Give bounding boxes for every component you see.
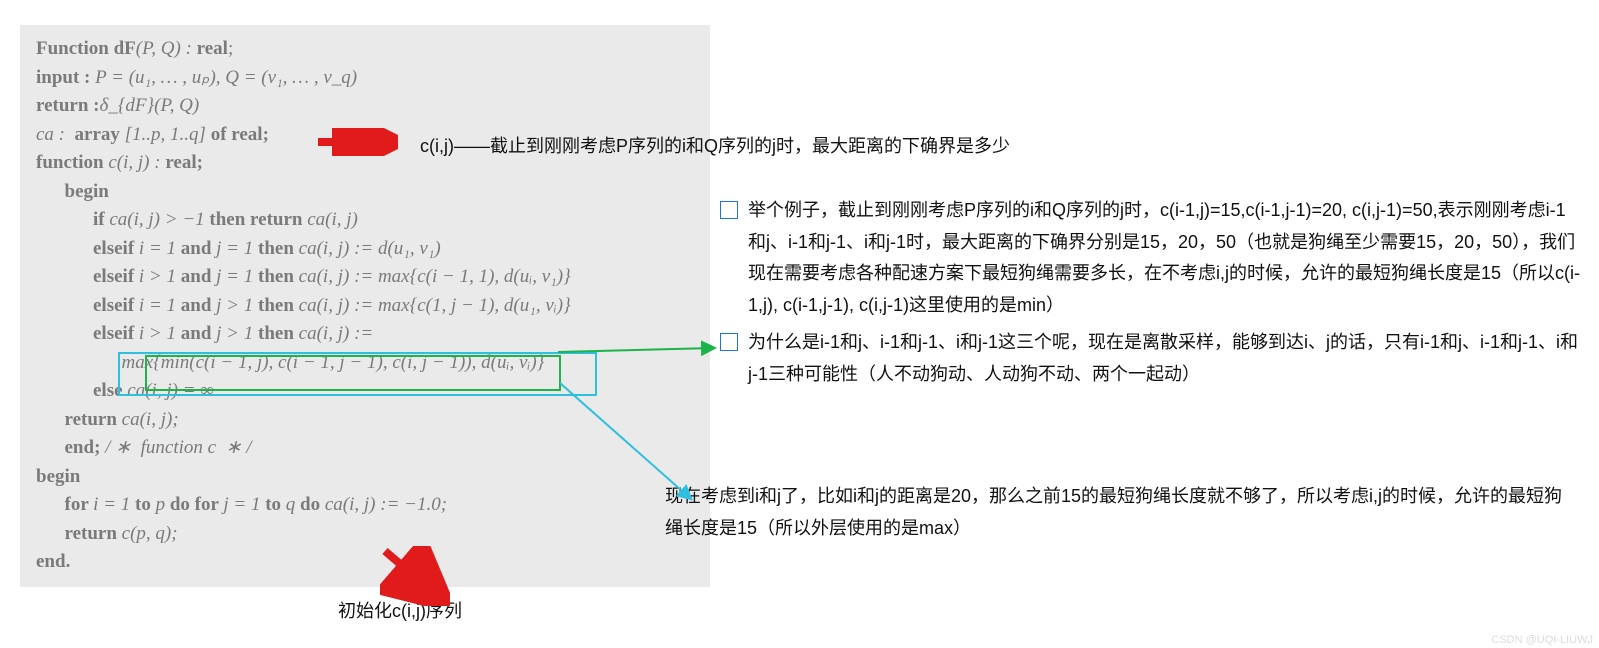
note-item: 举个例子，截止到刚刚考虑P序列的i和Q序列的j时，c(i-1,j)=15,c(i… (720, 195, 1580, 321)
notes-panel: 举个例子，截止到刚刚考虑P序列的i和Q序列的j时，c(i-1,j)=15,c(i… (720, 195, 1580, 396)
arrow-green-icon (558, 340, 723, 360)
arrow-red-icon (380, 546, 450, 606)
annotation-top: c(i,j)——截止到刚刚考虑P序列的i和Q序列的j时，最大距离的下确界是多少 (420, 132, 1010, 158)
note-text: 为什么是i-1和j、i-1和j-1、i和j-1这三个呢，现在是离散采样，能够到达… (748, 327, 1580, 390)
note-item: 为什么是i-1和j、i-1和j-1、i和j-1这三个呢，现在是离散采样，能够到达… (720, 327, 1580, 390)
code-line: Function dF(P, Q) : real; (36, 35, 694, 64)
arrow-cyan-icon (560, 378, 700, 508)
code-line: return :δ_{dF}(P, Q) (36, 92, 694, 121)
code-line: input : P = (u₁, … , uₚ), Q = (v₁, … , v… (36, 64, 694, 93)
code-line: elseif i = 1 and j > 1 then ca(i, j) := … (36, 292, 694, 321)
code-line: end. (36, 548, 694, 577)
watermark: CSDN @UQI-LIUWJ (1491, 634, 1593, 646)
code-line: begin (36, 178, 694, 207)
code-line: return c(p, q); (36, 520, 694, 549)
checkbox-icon (720, 201, 738, 219)
code-line: if ca(i, j) > −1 then return ca(i, j) (36, 206, 694, 235)
code-line: elseif i > 1 and j = 1 then ca(i, j) := … (36, 263, 694, 292)
annotation-bottom: 现在考虑到i和j了，比如i和j的距离是20，那么之前15的最短狗绳长度就不够了，… (665, 481, 1565, 544)
code-line: elseif i = 1 and j = 1 then ca(i, j) := … (36, 235, 694, 264)
note-text: 举个例子，截止到刚刚考虑P序列的i和Q序列的j时，c(i-1,j)=15,c(i… (748, 195, 1580, 321)
arrow-red-icon (318, 128, 398, 156)
